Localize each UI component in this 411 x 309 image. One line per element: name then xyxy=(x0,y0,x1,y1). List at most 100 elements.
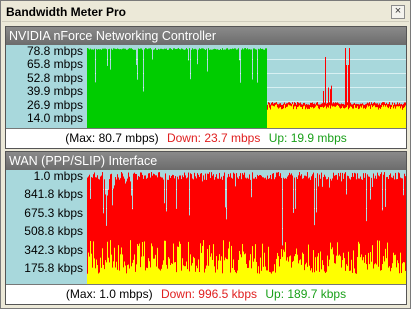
up-bar xyxy=(291,106,292,129)
up-bar xyxy=(354,105,355,129)
up-bar xyxy=(394,255,395,285)
total-bar xyxy=(258,48,259,129)
up-bar xyxy=(240,254,241,285)
up-bar xyxy=(330,108,331,129)
total-bar xyxy=(191,49,192,129)
up-bar xyxy=(326,108,327,129)
total-bar xyxy=(133,49,134,129)
down-bar xyxy=(350,179,351,285)
down-bar xyxy=(326,179,327,285)
total-bar xyxy=(230,48,231,129)
up-bar xyxy=(96,259,97,285)
up-bar xyxy=(273,271,274,285)
up-bar xyxy=(272,271,273,285)
down-bar xyxy=(349,178,350,285)
up-bar xyxy=(277,252,278,285)
up-bar xyxy=(172,263,173,285)
max-rate: (Max: 80.7 mbps) xyxy=(65,131,159,145)
up-bar xyxy=(359,243,360,285)
up-bar xyxy=(276,104,277,129)
up-bar xyxy=(378,109,379,129)
up-bar xyxy=(97,265,98,285)
up-bar xyxy=(282,109,283,129)
y-tick-label: 39.9 mbps xyxy=(26,84,83,98)
up-bar xyxy=(334,263,335,285)
title-bar[interactable]: Bandwidth Meter Pro × xyxy=(2,2,409,22)
up-bar xyxy=(333,106,334,129)
up-bar xyxy=(186,261,187,285)
total-bar xyxy=(246,49,247,129)
total-bar xyxy=(196,49,197,129)
up-bar xyxy=(328,107,329,129)
traffic-svg xyxy=(87,172,406,285)
total-bar xyxy=(211,49,212,129)
down-bar xyxy=(270,174,271,285)
total-bar xyxy=(128,48,129,129)
up-bar xyxy=(304,270,305,285)
up-bar xyxy=(163,260,164,285)
up-bar xyxy=(369,264,370,285)
up-bar xyxy=(144,241,145,285)
up-bar xyxy=(183,265,184,285)
up-bar xyxy=(375,107,376,129)
down-bar xyxy=(324,174,325,285)
up-bar xyxy=(309,108,310,129)
up-bar xyxy=(209,245,210,285)
up-bar xyxy=(103,264,104,285)
down-bar xyxy=(195,176,196,285)
up-bar xyxy=(292,261,293,285)
up-bar xyxy=(388,108,389,129)
up-bar xyxy=(339,107,340,129)
up-bar xyxy=(159,269,160,285)
up-bar xyxy=(310,270,311,285)
up-bar xyxy=(322,106,323,129)
up-bar xyxy=(156,266,157,285)
up-bar xyxy=(108,257,109,285)
total-bar xyxy=(199,48,200,129)
total-bar xyxy=(153,49,154,129)
up-bar xyxy=(296,109,297,129)
up-bar xyxy=(124,261,125,285)
up-bar xyxy=(377,240,378,285)
up-bar xyxy=(307,266,308,285)
total-bar xyxy=(170,48,171,129)
down-bar xyxy=(119,179,120,285)
up-bar xyxy=(344,108,345,129)
up-bar xyxy=(325,105,326,129)
up-bar xyxy=(197,268,198,285)
up-bar xyxy=(376,107,377,129)
down-bar xyxy=(158,172,159,285)
down-bar xyxy=(310,179,311,285)
down-bar xyxy=(234,173,235,285)
total-bar xyxy=(245,48,246,129)
total-bar xyxy=(158,48,159,129)
total-bar xyxy=(147,49,148,129)
up-bar xyxy=(329,259,330,285)
close-button[interactable]: × xyxy=(391,5,405,19)
down-bar xyxy=(380,174,381,285)
total-bar xyxy=(121,49,122,129)
up-bar xyxy=(151,243,152,285)
up-bar xyxy=(267,270,268,285)
up-bar xyxy=(268,104,269,129)
y-axis-labels: 78.8 mbps 65.8 mbps 52.8 mbps 39.9 mbps … xyxy=(6,45,87,129)
up-bar xyxy=(376,264,377,285)
total-bar xyxy=(146,48,147,129)
up-bar xyxy=(357,257,358,285)
down-bar xyxy=(181,179,182,285)
up-bar xyxy=(267,109,268,129)
total-bar xyxy=(111,48,112,129)
total-bar xyxy=(131,48,132,129)
down-bar xyxy=(236,173,237,285)
up-bar xyxy=(162,264,163,285)
up-bar xyxy=(369,105,370,129)
total-bar xyxy=(179,49,180,129)
up-bar xyxy=(142,241,143,285)
adapter-panel-wan: WAN (PPP/SLIP) Interface 1.0 mbps 841.8 … xyxy=(5,151,407,305)
y-tick-label: 65.8 mbps xyxy=(26,57,83,71)
up-bar xyxy=(193,256,194,285)
up-bar xyxy=(132,262,133,285)
up-bar xyxy=(383,256,384,285)
down-bar xyxy=(205,173,206,285)
total-bar xyxy=(150,48,151,129)
